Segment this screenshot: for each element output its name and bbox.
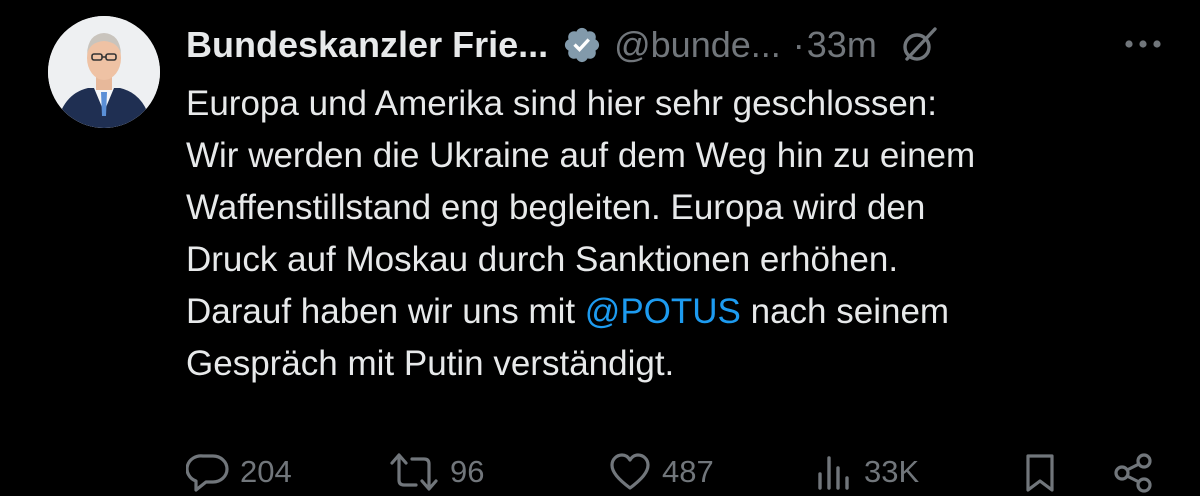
tweet-text-line: Darauf haben wir uns mit @POTUS nach sei… [186, 286, 1176, 338]
bookmark-button[interactable] [1022, 452, 1058, 494]
repost-button[interactable]: 96 [388, 452, 484, 492]
line-text: Gespräch mit Putin verständigt. [186, 344, 675, 383]
line-text: nach seinem [740, 292, 950, 331]
tweet-text-line: Europa und Amerika sind hier sehr geschl… [186, 78, 1176, 130]
views-button[interactable]: 33K [814, 452, 919, 492]
reply-count: 204 [240, 454, 292, 489]
timestamp[interactable]: 33m [807, 24, 877, 66]
tweet-text: Europa und Amerika sind hier sehr geschl… [186, 78, 1176, 390]
author-handle[interactable]: @bunde... [614, 24, 781, 66]
reply-button[interactable]: 204 [186, 452, 292, 492]
tweet-text-line: Wir werden die Ukraine auf dem Weg hin z… [186, 130, 1176, 182]
line-text: Wir werden die Ukraine auf dem Weg hin z… [186, 136, 976, 175]
share-icon [1114, 453, 1152, 493]
author-name[interactable]: Bundeskanzler Frie... [186, 24, 548, 66]
reply-icon [186, 454, 229, 492]
separator-dot: · [792, 24, 805, 65]
tweet-header: Bundeskanzler Frie... @bunde... · 33m [186, 18, 1166, 72]
views-count: 33K [864, 454, 920, 489]
mention-link[interactable]: @POTUS [585, 292, 741, 331]
verified-badge-icon [562, 25, 602, 65]
avatar-image [48, 16, 160, 128]
like-button[interactable]: 487 [608, 452, 714, 492]
views-icon [818, 456, 849, 490]
heart-icon [610, 453, 650, 490]
repost-icon [390, 453, 438, 491]
line-text: Europa und Amerika sind hier sehr geschl… [186, 84, 937, 123]
share-button[interactable] [1112, 452, 1156, 494]
line-text: Waffenstillstand eng begleiten. Europa w… [186, 188, 926, 227]
line-text: Darauf haben wir uns mit [186, 292, 585, 331]
bookmark-icon [1026, 454, 1054, 492]
like-count: 487 [662, 454, 714, 489]
more-icon[interactable] [1120, 24, 1166, 64]
line-text: Druck auf Moskau durch Sanktionen erhöhe… [186, 240, 899, 279]
avatar[interactable] [48, 16, 160, 128]
repost-count: 96 [450, 454, 485, 489]
tweet-text-line: Waffenstillstand eng begleiten. Europa w… [186, 182, 1176, 234]
tweet-text-line: Gespräch mit Putin verständigt. [186, 338, 1176, 390]
tweet-text-line: Druck auf Moskau durch Sanktionen erhöhe… [186, 234, 1176, 286]
grok-icon[interactable] [899, 25, 939, 65]
